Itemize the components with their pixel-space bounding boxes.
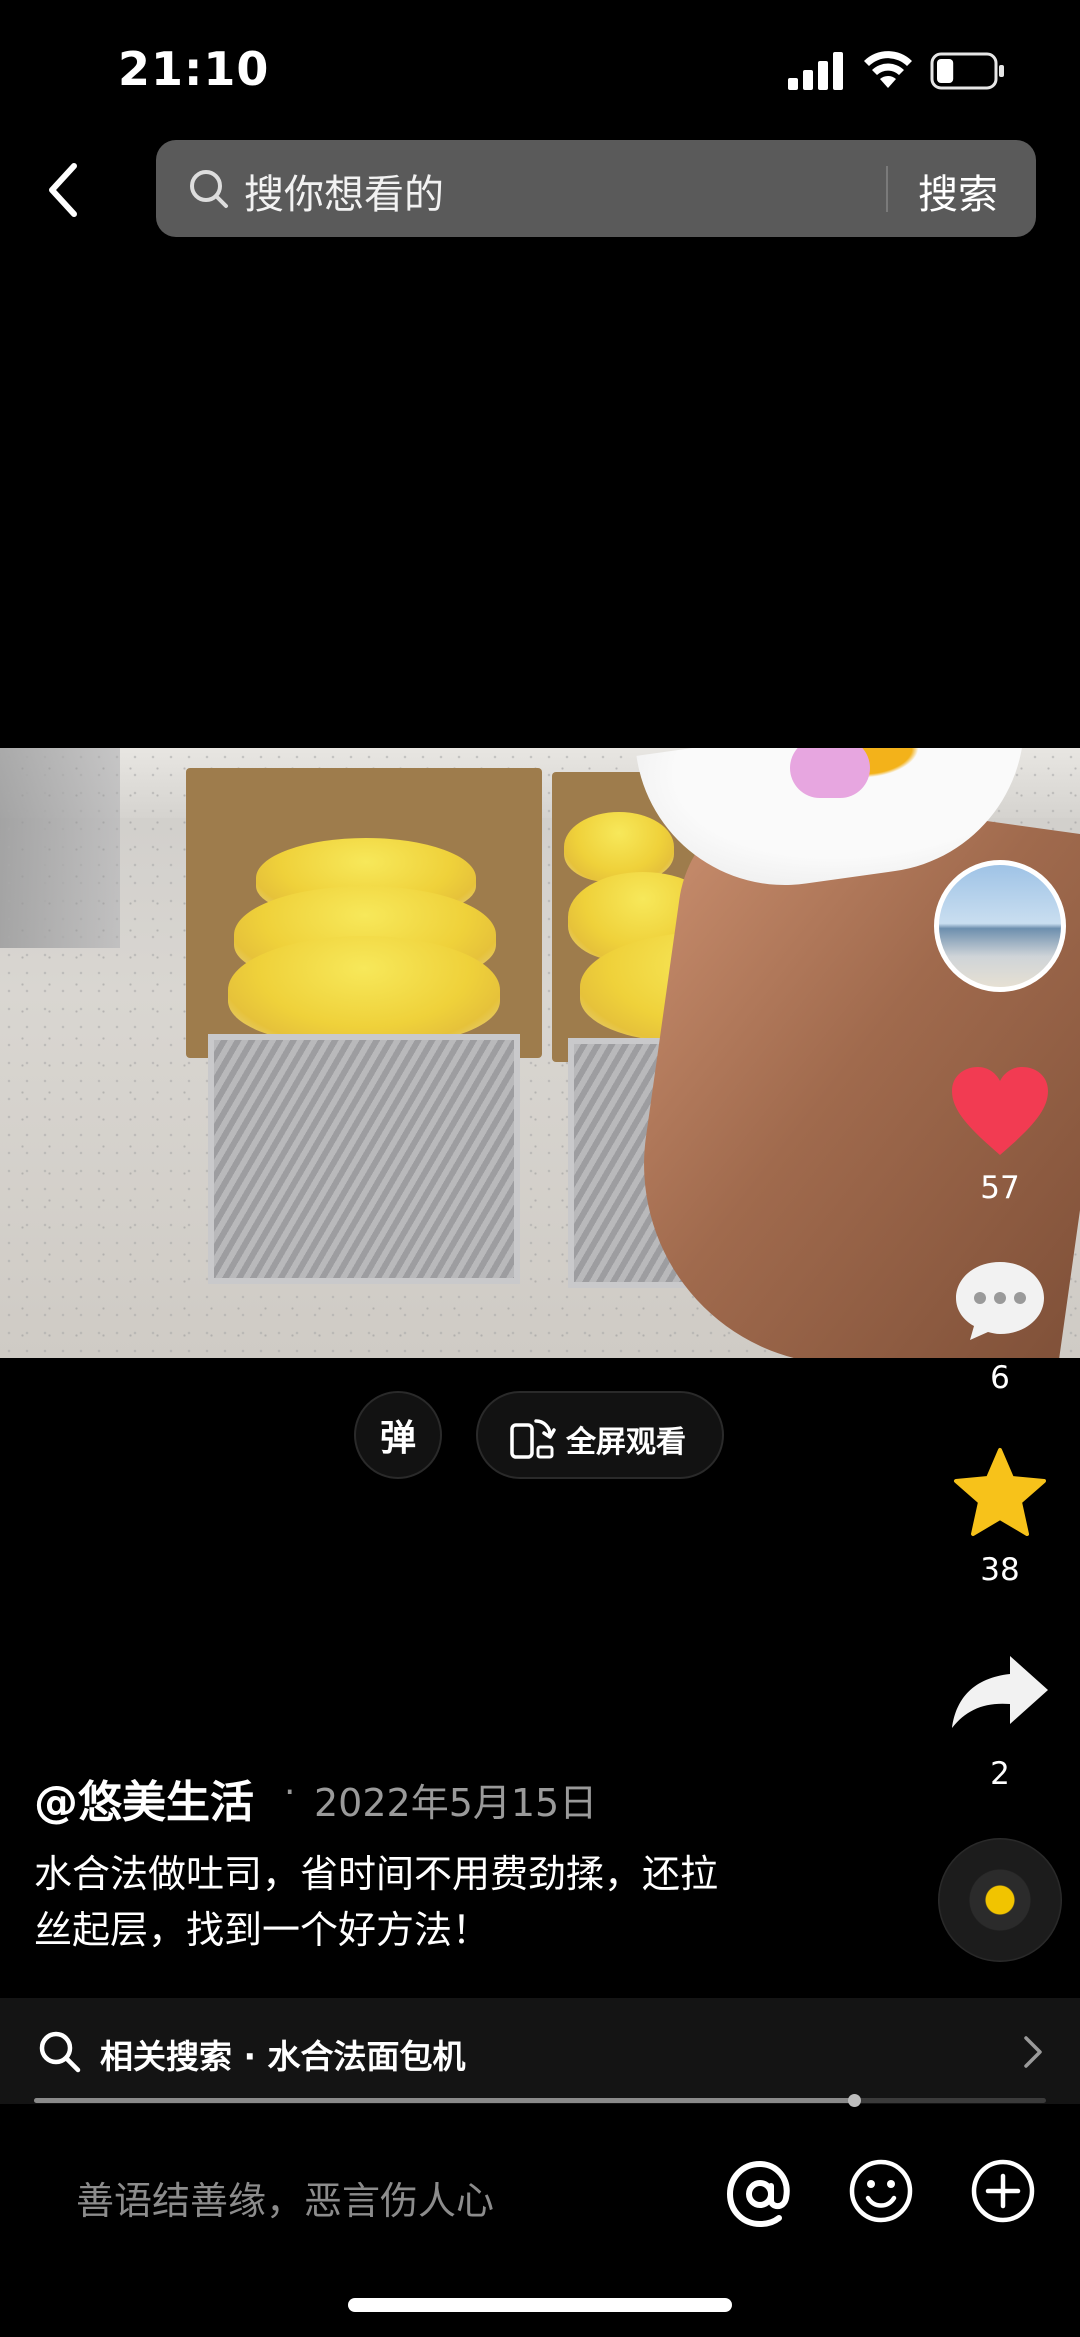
search-icon: [190, 170, 228, 208]
caption-line-1: 水合法做吐司，省时间不用费劲揉，还拉: [34, 1852, 719, 1896]
author-avatar[interactable]: [934, 860, 1066, 992]
search-divider: [886, 166, 888, 212]
star-icon[interactable]: [952, 1447, 1048, 1539]
meta-separator: ·: [284, 1772, 296, 1813]
battery-icon: [930, 52, 1004, 90]
comment-icon[interactable]: [952, 1258, 1048, 1344]
signal-icon: [788, 52, 843, 90]
heart-shape: [952, 1067, 1048, 1155]
author-name[interactable]: @悠美生活: [34, 1766, 254, 1830]
post-date: 2022年5月15日: [314, 1781, 598, 1825]
plus-icon[interactable]: [970, 2158, 1036, 2224]
danmaku-label: 弹: [379, 1418, 416, 1459]
home-indicator[interactable]: [348, 2298, 732, 2312]
favorite-count: 38: [980, 1552, 1020, 1588]
video-pastry-brush: [790, 748, 870, 798]
like-count: 57: [980, 1170, 1020, 1206]
video-progress-bar[interactable]: [34, 2094, 1046, 2107]
music-disc-icon[interactable]: [938, 1838, 1062, 1962]
back-button[interactable]: [40, 160, 90, 220]
status-time: 21:10: [118, 42, 270, 96]
search-button[interactable]: 搜索: [918, 162, 998, 220]
share-count: 2: [990, 1756, 1010, 1792]
fullscreen-label: 全屏观看: [566, 1425, 686, 1460]
progress-fill: [34, 2098, 854, 2103]
rotate-phone-icon: [510, 1419, 556, 1459]
chevron-right-icon: [1024, 2036, 1042, 2068]
post-caption[interactable]: 水合法做吐司，省时间不用费劲揉，还拉 丝起层，找到一个好方法！: [34, 1846, 834, 1958]
comment-input[interactable]: 善语结善缘，恶言伤人心: [76, 2170, 494, 2225]
caption-line-2: 丝起层，找到一个好方法！: [34, 1908, 491, 1952]
at-mention-icon[interactable]: [722, 2156, 798, 2232]
danmaku-toggle-button[interactable]: 弹: [354, 1391, 442, 1479]
search-bar[interactable]: 搜你想看的 搜索: [156, 140, 1036, 237]
video-player[interactable]: [0, 748, 1080, 1358]
wifi-icon: [864, 51, 912, 88]
related-search-bar[interactable]: 相关搜索 · 水合法面包机: [0, 1998, 1080, 2104]
loaf-pan-left: [186, 768, 542, 1288]
star-shape: [954, 1448, 1046, 1536]
search-icon: [39, 2031, 81, 2073]
fullscreen-button[interactable]: 全屏观看: [476, 1391, 724, 1479]
heart-icon[interactable]: [950, 1065, 1050, 1157]
progress-knob[interactable]: [847, 2094, 861, 2107]
search-input[interactable]: 搜你想看的: [244, 162, 444, 220]
share-icon[interactable]: [950, 1652, 1050, 1732]
emoji-icon[interactable]: [848, 2158, 914, 2224]
comment-count: 6: [990, 1360, 1010, 1396]
related-search-label: 相关搜索 · 水合法面包机: [100, 2037, 466, 2076]
